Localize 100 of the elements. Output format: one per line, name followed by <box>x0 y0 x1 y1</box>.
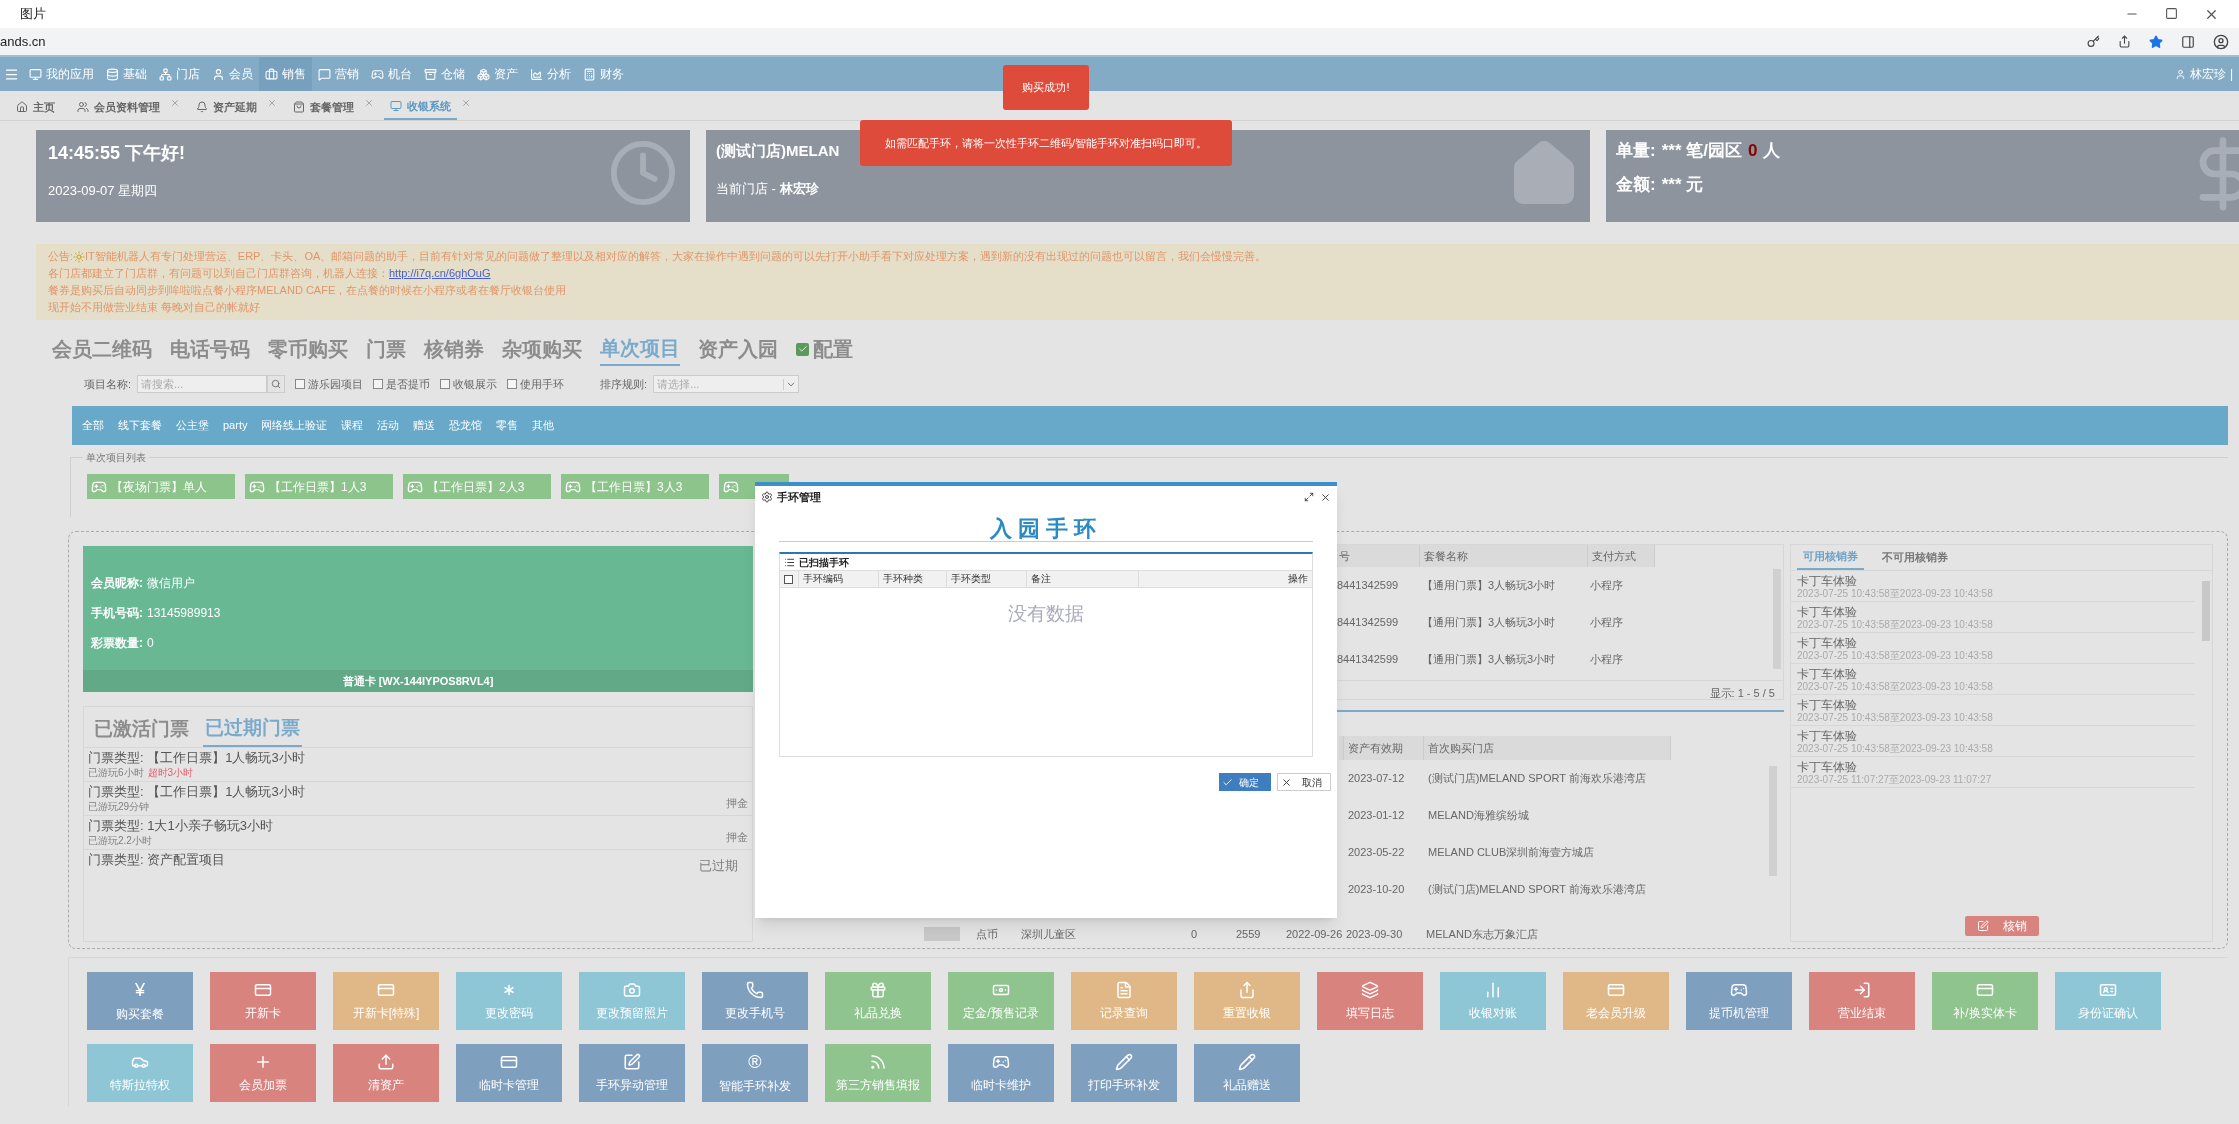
option-checkbox[interactable] <box>373 379 384 389</box>
action-button[interactable]: ® 智能手环补发 <box>702 1044 808 1102</box>
section-tab[interactable]: 会员二维码 <box>52 332 152 366</box>
share-icon[interactable] <box>2118 35 2131 48</box>
item-button[interactable]: 【工作日票】3人3 <box>561 474 709 499</box>
url-text[interactable]: ands.cn <box>0 31 46 52</box>
item-button[interactable]: 【夜场门票】单人 <box>87 474 235 499</box>
item-button[interactable]: 【工作日票】1人3 <box>245 474 393 499</box>
action-button[interactable]: 开新卡[特殊] <box>333 972 439 1030</box>
section-tab[interactable]: 零币购买 <box>268 332 348 366</box>
action-button[interactable]: 营业结束 <box>1809 972 1915 1030</box>
page-tab[interactable]: 会员资料管理 <box>71 94 166 120</box>
category-link[interactable]: 线下套餐 <box>118 417 162 434</box>
page-tab[interactable]: 主页 <box>10 94 61 120</box>
profile-icon[interactable] <box>2213 33 2229 50</box>
config-checkbox[interactable] <box>796 342 809 356</box>
action-button[interactable]: 第三方销售填报 <box>825 1044 931 1102</box>
action-button[interactable]: 老会员升级 <box>1563 972 1669 1030</box>
section-tab[interactable]: 门票 <box>366 332 406 366</box>
action-button[interactable]: 手环异动管理 <box>579 1044 685 1102</box>
ticket-tab[interactable]: 已激活门票 <box>92 711 191 747</box>
ticket-tab[interactable]: 已过期门票 <box>203 711 302 747</box>
nav-item[interactable]: 仓储 <box>418 57 471 91</box>
section-tab[interactable]: 电话号码 <box>170 332 250 366</box>
close-icon[interactable] <box>1320 491 1331 503</box>
section-tab[interactable]: 单次项目 <box>600 332 680 366</box>
key-icon[interactable] <box>2087 35 2100 48</box>
nav-item[interactable]: 我的应用 <box>23 57 100 91</box>
nav-item[interactable]: 基础 <box>100 57 153 91</box>
category-link[interactable]: party <box>223 417 248 434</box>
maximize-icon[interactable] <box>2165 6 2178 20</box>
nav-item[interactable]: 门店 <box>153 57 206 91</box>
action-button[interactable]: 特斯拉特权 <box>87 1044 193 1102</box>
sort-select[interactable]: 请选择... <box>653 375 800 393</box>
action-button[interactable]: ¥ 购买套餐 <box>87 972 193 1030</box>
category-link[interactable]: 零售 <box>496 417 519 434</box>
action-button[interactable]: 打印手环补发 <box>1071 1044 1177 1102</box>
nav-item[interactable]: 营销 <box>312 57 365 91</box>
action-button[interactable]: 补/换实体卡 <box>1932 972 2038 1030</box>
ticket-row[interactable]: 门票类型: 【工作日票】1人畅玩3小时 已游玩6小时 超时3小时 <box>84 747 752 781</box>
action-button[interactable]: 填写日志 <box>1317 972 1423 1030</box>
action-button[interactable]: 身份证确认 <box>2055 972 2161 1030</box>
ticket-row[interactable]: 门票类型: 1大1小亲子畅玩3小时 已游玩2.2小时 押金 <box>84 815 752 849</box>
action-button[interactable]: 记录查询 <box>1071 972 1177 1030</box>
confirm-button[interactable]: 确定 <box>1219 773 1271 791</box>
nav-item[interactable]: 分析 <box>524 57 577 91</box>
action-button[interactable]: 礼品赠送 <box>1194 1044 1300 1102</box>
menu-icon[interactable] <box>4 66 19 82</box>
category-link[interactable]: 课程 <box>341 417 364 434</box>
action-button[interactable]: 收银对账 <box>1440 972 1546 1030</box>
action-button[interactable]: 礼品兑换 <box>825 972 931 1030</box>
cancel-button[interactable]: 取消 <box>1277 773 1331 791</box>
page-tab[interactable]: 资产延期 <box>190 94 263 120</box>
option-checkbox[interactable] <box>507 379 518 389</box>
maximize-icon[interactable] <box>1304 491 1314 502</box>
category-link[interactable]: 全部 <box>82 417 104 434</box>
section-tab[interactable]: 核销券 <box>424 332 484 366</box>
nav-item[interactable]: 会员 <box>206 57 259 91</box>
scrollbar[interactable] <box>2202 581 2210 641</box>
action-button[interactable]: 临时卡维护 <box>948 1044 1054 1102</box>
page-tab[interactable]: 套餐管理 <box>287 94 360 120</box>
category-link[interactable]: 公主堡 <box>176 417 209 434</box>
action-button[interactable]: 提币机管理 <box>1686 972 1792 1030</box>
option-checkbox[interactable] <box>440 379 451 389</box>
table-cell-text: 2559 <box>1235 926 1262 942</box>
section-tab[interactable]: 资产入园 <box>698 332 778 366</box>
action-button[interactable]: 重置收银 <box>1194 972 1300 1030</box>
option-checkbox[interactable] <box>295 379 306 389</box>
nav-item[interactable]: 销售 <box>259 57 312 91</box>
robot-link[interactable]: http://i7q.cn/6ghOuG <box>389 265 491 282</box>
ticket-row[interactable]: 门票类型: 资产配置项目 已过期 <box>84 849 752 883</box>
action-button[interactable]: 更改预留照片 <box>579 972 685 1030</box>
action-button[interactable]: 会员加票 <box>210 1044 316 1102</box>
search-field[interactable]: 请搜索... <box>137 375 268 393</box>
category-link[interactable]: 其他 <box>532 417 555 434</box>
nav-item[interactable]: 资产 <box>471 57 524 91</box>
select-all-checkbox[interactable] <box>784 574 793 584</box>
page-tab[interactable]: 收银系统 <box>384 94 457 120</box>
coupon-tab[interactable]: 可用核销券 <box>1797 545 1864 570</box>
category-link[interactable]: 恐龙馆 <box>449 417 483 434</box>
item-button[interactable]: 【工作日票】2人3 <box>403 474 551 499</box>
category-link[interactable]: 赠送 <box>413 417 436 434</box>
action-button[interactable]: 开新卡 <box>210 972 316 1030</box>
sidebar-icon[interactable] <box>2181 34 2195 49</box>
section-tab[interactable]: 杂项购买 <box>502 332 582 366</box>
coupon-tab[interactable]: 不可用核销券 <box>1876 545 1954 570</box>
action-button[interactable]: 更改手机号 <box>702 972 808 1030</box>
nav-item[interactable]: 财务 <box>577 57 630 91</box>
redeem-button[interactable]: 核销 <box>1964 916 2039 936</box>
category-link[interactable]: 活动 <box>377 417 400 434</box>
ticket-row[interactable]: 门票类型: 【工作日票】1人畅玩3小时 已游玩29分钟 押金 <box>84 781 752 815</box>
action-button[interactable]: 清资产 <box>333 1044 439 1102</box>
category-link[interactable]: 网络线上验证 <box>261 417 328 434</box>
action-button[interactable]: 临时卡管理 <box>456 1044 562 1102</box>
search-button[interactable] <box>267 375 286 393</box>
action-button[interactable]: 更改密码 <box>456 972 562 1030</box>
nav-item[interactable]: 机台 <box>365 57 418 91</box>
action-button[interactable]: 定金/预售记录 <box>948 972 1054 1030</box>
user-name[interactable]: 林宏珍 <box>2189 65 2226 83</box>
star-icon[interactable] <box>2149 34 2163 49</box>
